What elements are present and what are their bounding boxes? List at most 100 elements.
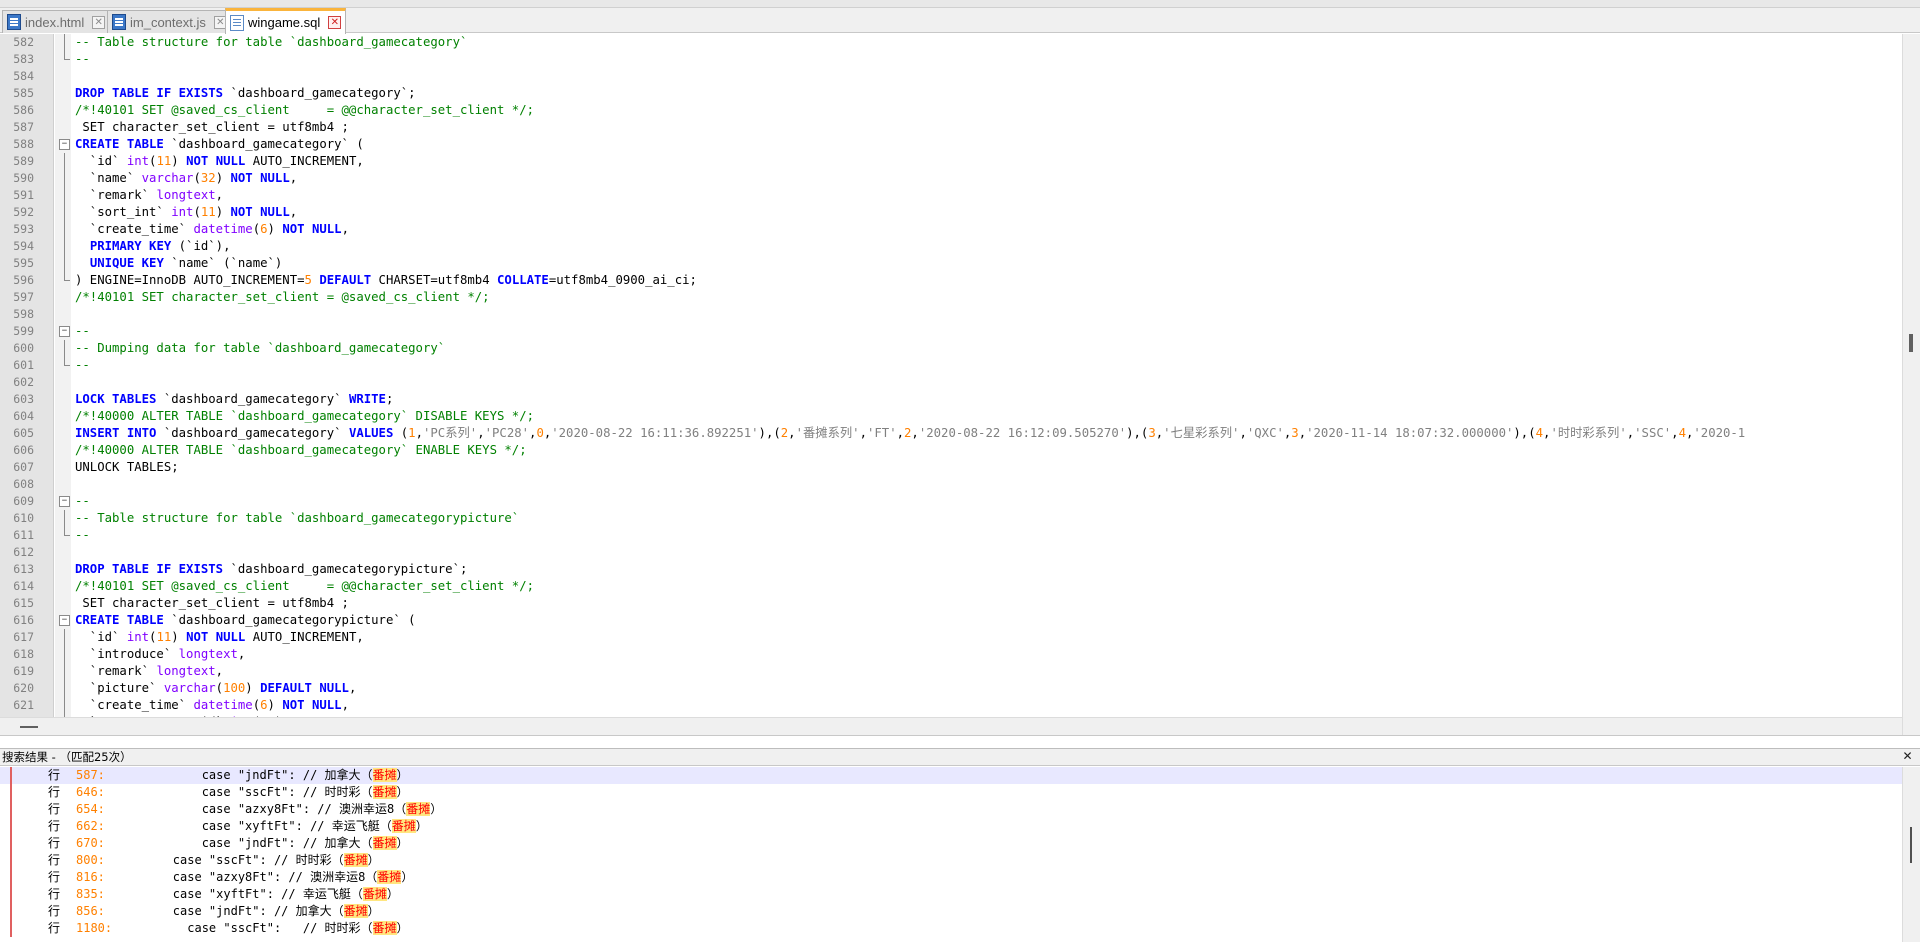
code-line[interactable]: 619 `remark` longtext,	[0, 663, 1902, 680]
scroll-thumb[interactable]	[1910, 827, 1912, 863]
code-line[interactable]: 600 -- Dumping data for table `dashboard_…	[0, 340, 1902, 357]
code-line[interactable]: 583 --	[0, 51, 1902, 68]
result-text: case "jndFt": // 加拿大（番摊）	[115, 903, 380, 920]
results-vertical-scrollbar[interactable]	[1902, 767, 1920, 942]
code-line[interactable]: 597 /*!40101 SET character_set_client = @…	[0, 289, 1902, 306]
code-text: INSERT INTO `dashboard_gamecategory` VAL…	[75, 425, 1745, 442]
fold-toggle-icon[interactable]: −	[59, 615, 70, 626]
fold-toggle-icon[interactable]: −	[59, 139, 70, 150]
line-number: 594	[13, 239, 34, 253]
code-line[interactable]: 603 LOCK TABLES `dashboard_gamecategory` …	[0, 391, 1902, 408]
search-result-row[interactable]: 行 662: case "xyftFt": // 幸运飞艇（番摊）	[0, 818, 1902, 835]
close-icon[interactable]: ✕	[1901, 750, 1914, 764]
code-line[interactable]: 618 `introduce` longtext,	[0, 646, 1902, 663]
code-line[interactable]: 615 SET character_set_client = utf8mb4 ;	[0, 595, 1902, 612]
code-line[interactable]: 601 --	[0, 357, 1902, 374]
code-line[interactable]: 584	[0, 68, 1902, 85]
editor-vertical-scrollbar[interactable]	[1902, 34, 1920, 735]
result-text-before: case "azxy8Ft": // 澳洲幸运8（	[115, 870, 378, 884]
search-result-row[interactable]: 行 835: case "xyftFt": // 幸运飞艇（番摊）	[0, 886, 1902, 903]
code-line[interactable]: 593 `create_time` datetime(6) NOT NULL,	[0, 221, 1902, 238]
code-editor[interactable]: 582 -- Table structure for table `dashboa…	[0, 34, 1920, 736]
search-result-row[interactable]: 行 1180: case "sscFt": // 时时彩（番摊）	[0, 920, 1902, 937]
code-line[interactable]: 614 /*!40101 SET @saved_cs_client = @@cha…	[0, 578, 1902, 595]
row-prefix-label: 行	[48, 768, 61, 782]
code-line[interactable]: 592 `sort_int` int(11) NOT NULL,	[0, 204, 1902, 221]
code-line[interactable]: 586 /*!40101 SET @saved_cs_client = @@cha…	[0, 102, 1902, 119]
code-line[interactable]: 609 − --	[0, 493, 1902, 510]
line-number: 619	[13, 664, 34, 678]
code-line[interactable]: 613 DROP TABLE IF EXISTS `dashboard_gamec…	[0, 561, 1902, 578]
search-result-row[interactable]: 行 800: case "sscFt": // 时时彩（番摊）	[0, 852, 1902, 869]
result-line-number: 654:	[76, 802, 105, 816]
code-line[interactable]: 617 `id` int(11) NOT NULL AUTO_INCREMENT…	[0, 629, 1902, 646]
code-line[interactable]: 621 `create_time` datetime(6) NOT NULL,	[0, 697, 1902, 714]
scroll-thumb[interactable]	[20, 726, 38, 728]
line-number: 596	[13, 273, 34, 287]
match-highlight: 番摊	[372, 768, 397, 782]
code-token: (	[393, 426, 409, 440]
code-line[interactable]: 598	[0, 306, 1902, 323]
search-result-row[interactable]: 行 646: case "sscFt": // 时时彩（番摊）	[0, 784, 1902, 801]
code-token: `introduce`	[75, 647, 179, 661]
line-number: 611	[13, 528, 34, 542]
code-token: ,	[215, 188, 224, 202]
line-number: 608	[13, 477, 34, 491]
line-number: 610	[13, 511, 34, 525]
tab-wingame-sql[interactable]: wingame.sql ✕	[225, 8, 347, 34]
tab-index-html[interactable]: index.html ✕	[2, 10, 111, 33]
editor-horizontal-scrollbar[interactable]	[0, 717, 1902, 735]
code-line[interactable]: 582 -- Table structure for table `dashboa…	[0, 34, 1902, 51]
fold-toggle-icon[interactable]: −	[59, 496, 70, 507]
code-line[interactable]: 590 `name` varchar(32) NOT NULL,	[0, 170, 1902, 187]
code-line[interactable]: 587 SET character_set_client = utf8mb4 ;	[0, 119, 1902, 136]
code-line[interactable]: 612	[0, 544, 1902, 561]
row-prefix-label: 行	[48, 853, 61, 867]
result-marker	[10, 903, 12, 920]
scroll-thumb[interactable]	[1909, 334, 1913, 352]
tab-im-context-js[interactable]: im_context.js ✕	[107, 10, 232, 33]
result-text: case "xyftFt": // 幸运飞艇（番摊）	[115, 886, 399, 903]
code-line[interactable]: 588 − CREATE TABLE `dashboard_gamecategory…	[0, 136, 1902, 153]
line-number: 585	[13, 86, 34, 100]
code-line[interactable]: 604 /*!40000 ALTER TABLE `dashboard_gamec…	[0, 408, 1902, 425]
code-line[interactable]: 594 PRIMARY KEY (`id`),	[0, 238, 1902, 255]
search-result-row[interactable]: 行 587: case "jndFt": // 加拿大（番摊）	[0, 767, 1902, 784]
code-line[interactable]: 608	[0, 476, 1902, 493]
search-result-row[interactable]: 行 670: case "jndFt": // 加拿大（番摊）	[0, 835, 1902, 852]
line-number: 592	[13, 205, 34, 219]
code-line[interactable]: 611 --	[0, 527, 1902, 544]
close-tab-icon[interactable]: ✕	[92, 15, 106, 29]
search-result-row[interactable]: 行 816: case "azxy8Ft": // 澳洲幸运8（番摊）	[0, 869, 1902, 886]
code-line[interactable]: 606 /*!40000 ALTER TABLE `dashboard_gamec…	[0, 442, 1902, 459]
code-line[interactable]: 599 − --	[0, 323, 1902, 340]
search-result-row[interactable]: 行 654: case "azxy8Ft": // 澳洲幸运8（番摊）	[0, 801, 1902, 818]
code-line[interactable]: 602	[0, 374, 1902, 391]
code-line[interactable]: 607 UNLOCK TABLES;	[0, 459, 1902, 476]
code-line[interactable]: 596) ENGINE=InnoDB AUTO_INCREMENT=5 DEFA…	[0, 272, 1902, 289]
code-text: --	[75, 528, 90, 542]
line-number: 597	[13, 290, 34, 304]
code-text: /*!40101 SET character_set_client = @sav…	[75, 290, 490, 304]
code-line[interactable]: 591 `remark` longtext,	[0, 187, 1902, 204]
code-line[interactable]: 610 -- Table structure for table `dashboa…	[0, 510, 1902, 527]
search-result-row[interactable]: 行 856: case "jndFt": // 加拿大（番摊）	[0, 903, 1902, 920]
code-line[interactable]: 616 − CREATE TABLE `dashboard_gamecategory…	[0, 612, 1902, 629]
code-token: 5	[304, 273, 312, 287]
close-tab-icon[interactable]: ✕	[328, 16, 342, 29]
code-line[interactable]: 585 DROP TABLE IF EXISTS `dashboard_gamec…	[0, 85, 1902, 102]
code-token: ) ENGINE=InnoDB AUTO_INCREMENT=	[75, 273, 305, 287]
code-token: `create_time`	[75, 222, 194, 236]
code-line[interactable]: 589 `id` int(11) NOT NULL AUTO_INCREMENT…	[0, 153, 1902, 170]
fold-toggle-icon[interactable]: −	[59, 326, 70, 337]
code-token: 32	[200, 171, 216, 185]
result-text-before: case "sscFt": // 时时彩（	[115, 853, 344, 867]
code-line[interactable]: 605 INSERT INTO `dashboard_gamecategory` …	[0, 425, 1902, 442]
code-token: '番摊系列'	[795, 426, 860, 440]
result-text-before: case "xyftFt": // 幸运飞艇（	[115, 887, 363, 901]
code-token: 'FT'	[866, 426, 897, 440]
code-line[interactable]: 620 `picture` varchar(100) DEFAULT NULL,	[0, 680, 1902, 697]
code-token: 'PC28'	[484, 426, 530, 440]
code-line[interactable]: 595 UNIQUE KEY `name` (`name`)	[0, 255, 1902, 272]
code-token: )	[215, 205, 231, 219]
